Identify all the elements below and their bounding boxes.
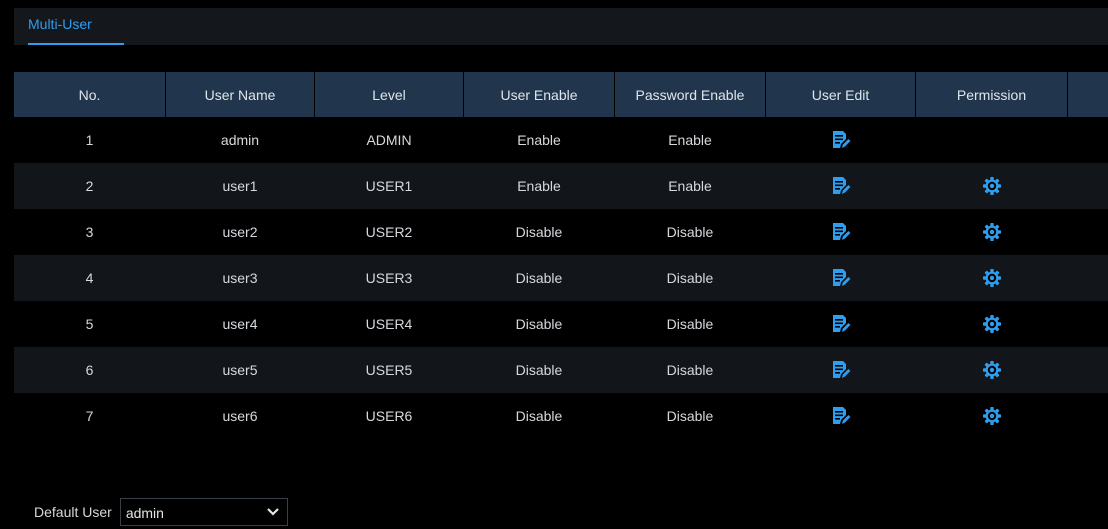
edit-icon[interactable] <box>830 313 852 335</box>
edit-icon[interactable] <box>830 267 852 289</box>
cell-no: 2 <box>85 178 94 194</box>
cell-level: USER3 <box>365 270 413 286</box>
cell-no: 7 <box>85 408 94 424</box>
cell-user-edit <box>766 393 915 439</box>
table-row: 4 user3 USER3 Disable Disable <box>14 255 1108 301</box>
cell-password-enable: Disable <box>666 224 714 240</box>
gear-icon[interactable] <box>981 359 1003 381</box>
cell-permission <box>916 301 1067 347</box>
default-user-label: Default User <box>34 504 112 520</box>
column-header-user-edit: User Edit <box>766 72 915 117</box>
cell-user-enable: Disable <box>515 316 563 332</box>
gear-icon[interactable] <box>981 221 1003 243</box>
gear-icon[interactable] <box>981 267 1003 289</box>
tab-label: Multi-User <box>28 16 92 32</box>
gear-icon[interactable] <box>981 405 1003 427</box>
cell-user-name: user3 <box>222 270 258 286</box>
cell-password-enable: Disable <box>666 270 714 286</box>
cell-user-edit <box>766 117 915 163</box>
edit-icon[interactable] <box>830 359 852 381</box>
cell-user-edit <box>766 255 915 301</box>
cell-password-enable: Disable <box>666 408 714 424</box>
cell-permission <box>916 117 1067 163</box>
table-row: 5 user4 USER4 Disable Disable <box>14 301 1108 347</box>
cell-user-name: user4 <box>222 316 258 332</box>
cell-no: 6 <box>85 362 94 378</box>
cell-permission <box>916 163 1067 209</box>
column-header-user-enable: User Enable <box>464 72 614 117</box>
column-header-no: No. <box>14 72 165 117</box>
cell-extra <box>1068 347 1108 393</box>
table-header: No. User Name Level User Enable Password… <box>14 72 1108 117</box>
default-user-setting: Default User admin <box>34 497 288 527</box>
cell-no: 5 <box>85 316 94 332</box>
column-header-password-enable: Password Enable <box>615 72 765 117</box>
cell-permission <box>916 209 1067 255</box>
cell-user-name: admin <box>220 132 260 148</box>
chevron-down-icon <box>267 508 279 516</box>
cell-no: 1 <box>85 132 94 148</box>
table-row: 6 user5 USER5 Disable Disable <box>14 347 1108 393</box>
cell-user-enable: Enable <box>517 178 561 194</box>
cell-extra <box>1068 209 1108 255</box>
gear-icon[interactable] <box>981 175 1003 197</box>
cell-password-enable: Disable <box>666 362 714 378</box>
tab-bar: Multi-User <box>14 8 1108 45</box>
cell-user-name: user5 <box>222 362 258 378</box>
cell-user-edit <box>766 163 915 209</box>
cell-permission <box>916 393 1067 439</box>
cell-user-enable: Disable <box>515 224 563 240</box>
cell-user-name: user2 <box>222 224 258 240</box>
table-row: 7 user6 USER6 Disable Disable <box>14 393 1108 439</box>
default-user-select[interactable]: admin <box>119 498 288 526</box>
cell-permission <box>916 347 1067 393</box>
cell-extra <box>1068 255 1108 301</box>
cell-level: ADMIN <box>366 132 412 148</box>
tab-multi-user[interactable]: Multi-User <box>14 8 124 45</box>
column-header-extra <box>1068 72 1108 117</box>
cell-level: USER1 <box>365 178 413 194</box>
active-tab-indicator <box>28 43 124 45</box>
cell-password-enable: Disable <box>666 316 714 332</box>
column-header-level: Level <box>315 72 463 117</box>
cell-level: USER2 <box>365 224 413 240</box>
cell-user-edit <box>766 209 915 255</box>
cell-extra <box>1068 393 1108 439</box>
cell-user-enable: Disable <box>515 270 563 286</box>
cell-extra <box>1068 163 1108 209</box>
default-user-select-value: admin <box>125 505 164 521</box>
edit-icon[interactable] <box>830 221 852 243</box>
cell-user-enable: Disable <box>515 362 563 378</box>
cell-extra <box>1068 301 1108 347</box>
cell-no: 4 <box>85 270 94 286</box>
table-row: 1 admin ADMIN Enable Enable <box>14 117 1108 163</box>
cell-user-enable: Enable <box>517 132 561 148</box>
cell-extra <box>1068 117 1108 163</box>
cell-password-enable: Enable <box>668 178 712 194</box>
table-row: 3 user2 USER2 Disable Disable <box>14 209 1108 255</box>
cell-password-enable: Enable <box>668 132 712 148</box>
column-header-user-name: User Name <box>166 72 314 117</box>
cell-level: USER6 <box>365 408 413 424</box>
cell-level: USER5 <box>365 362 413 378</box>
edit-icon[interactable] <box>830 129 852 151</box>
cell-user-name: user1 <box>222 178 258 194</box>
cell-user-edit <box>766 347 915 393</box>
cell-permission <box>916 255 1067 301</box>
table-row: 2 user1 USER1 Enable Enable <box>14 163 1108 209</box>
cell-user-enable: Disable <box>515 408 563 424</box>
edit-icon[interactable] <box>830 405 852 427</box>
edit-icon[interactable] <box>830 175 852 197</box>
cell-user-name: user6 <box>222 408 258 424</box>
user-table: No. User Name Level User Enable Password… <box>14 72 1108 439</box>
column-header-permission: Permission <box>916 72 1067 117</box>
cell-level: USER4 <box>365 316 413 332</box>
gear-icon[interactable] <box>981 313 1003 335</box>
cell-no: 3 <box>85 224 94 240</box>
table-body: 1 admin ADMIN Enable Enable 2 user1 USER1 Enable… <box>14 117 1108 439</box>
cell-user-edit <box>766 301 915 347</box>
